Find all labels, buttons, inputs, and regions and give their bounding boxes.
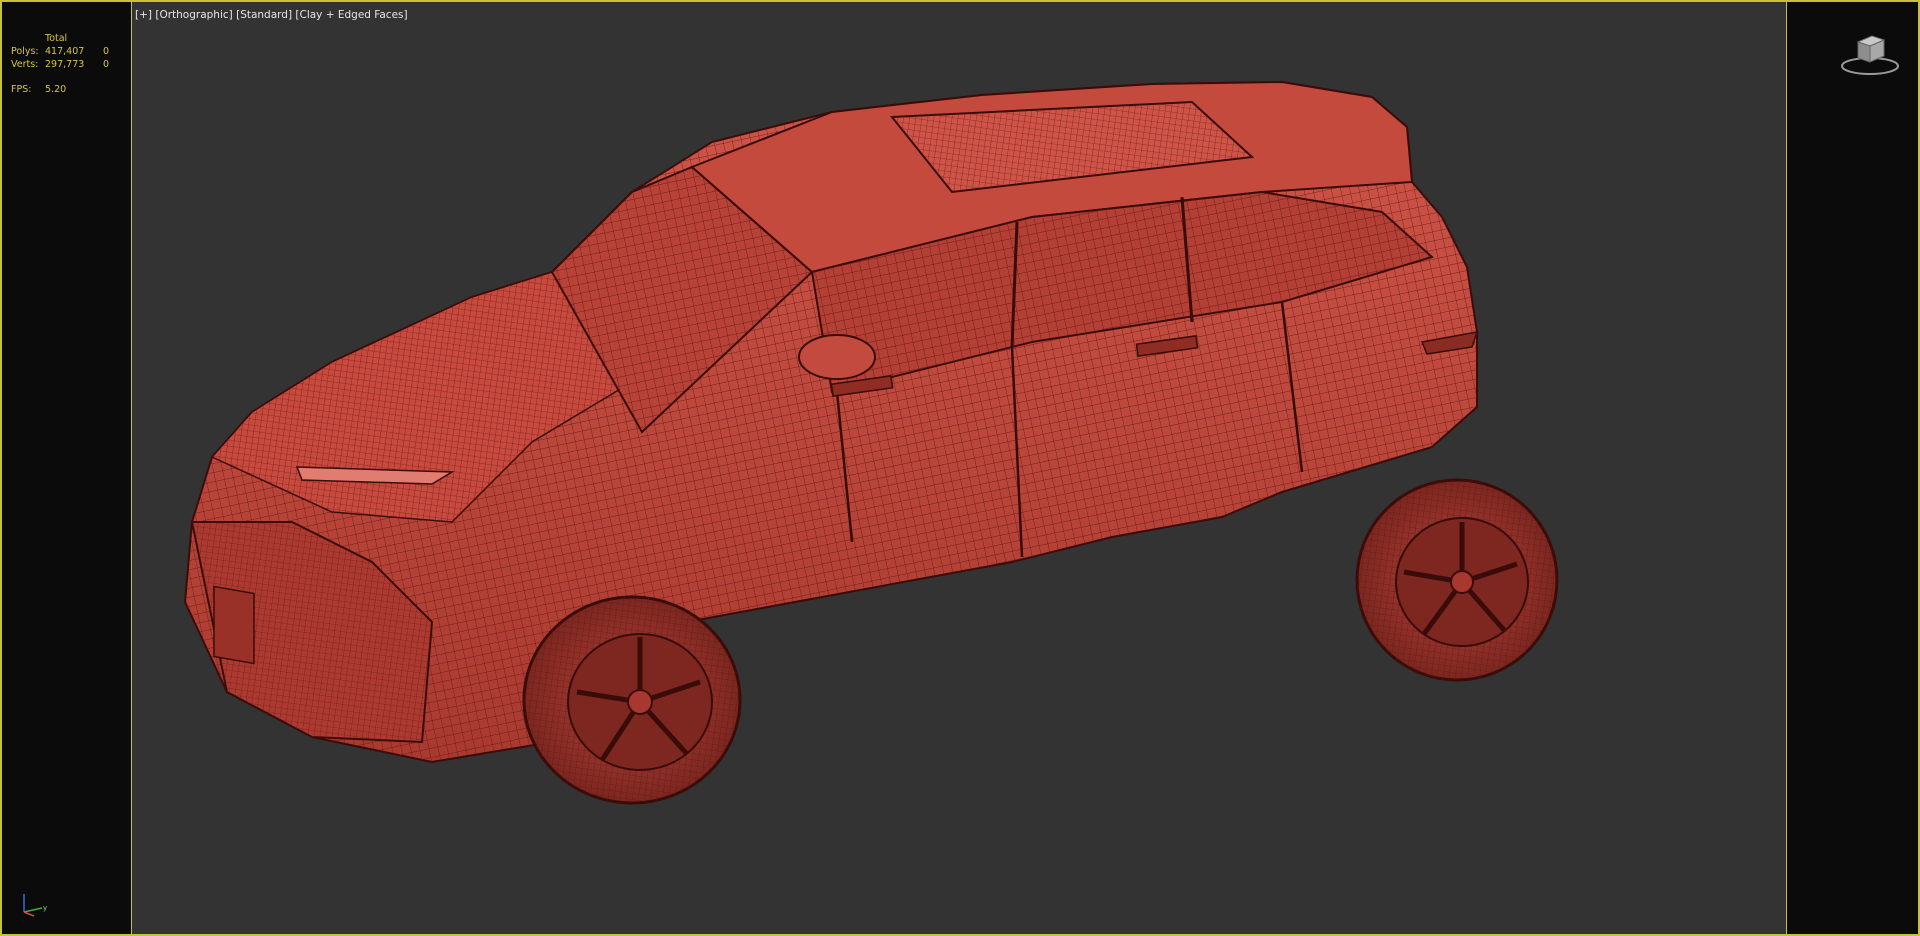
viewport-view-menu[interactable]: [Orthographic] [155,9,232,21]
viewport-shading-menu[interactable]: [Clay + Edged Faces] [295,9,407,21]
fps-label: FPS: [11,84,32,95]
polys-label: Polys: [11,46,39,57]
verts-selected: 0 [103,59,110,70]
viewport-camera-menu[interactable]: [Standard] [236,9,292,21]
right-panel [1787,0,1920,936]
viewport-label: [+] [Orthographic] [Standard] [Clay + Ed… [135,9,408,21]
verts-label: Verts: [11,59,39,70]
svg-text:y: y [43,904,47,912]
stats-header: Total [45,33,68,44]
front-wheel [522,595,742,805]
left-panel [0,0,131,936]
polys-total: 417,407 [45,46,85,57]
fps-value: 5.20 [45,84,67,95]
viewport-menu-plus[interactable]: [+] [135,9,152,21]
axis-tripod-icon: y [23,894,47,917]
rear-wheel [1355,478,1559,682]
verts-total: 297,773 [45,59,85,70]
perspective-viewport[interactable]: [+] [Orthographic] [Standard] [Clay + Ed… [131,2,1787,934]
polys-selected: 0 [103,46,110,57]
viewcube-icon[interactable] [1838,28,1902,78]
car-model[interactable] [132,2,1787,934]
